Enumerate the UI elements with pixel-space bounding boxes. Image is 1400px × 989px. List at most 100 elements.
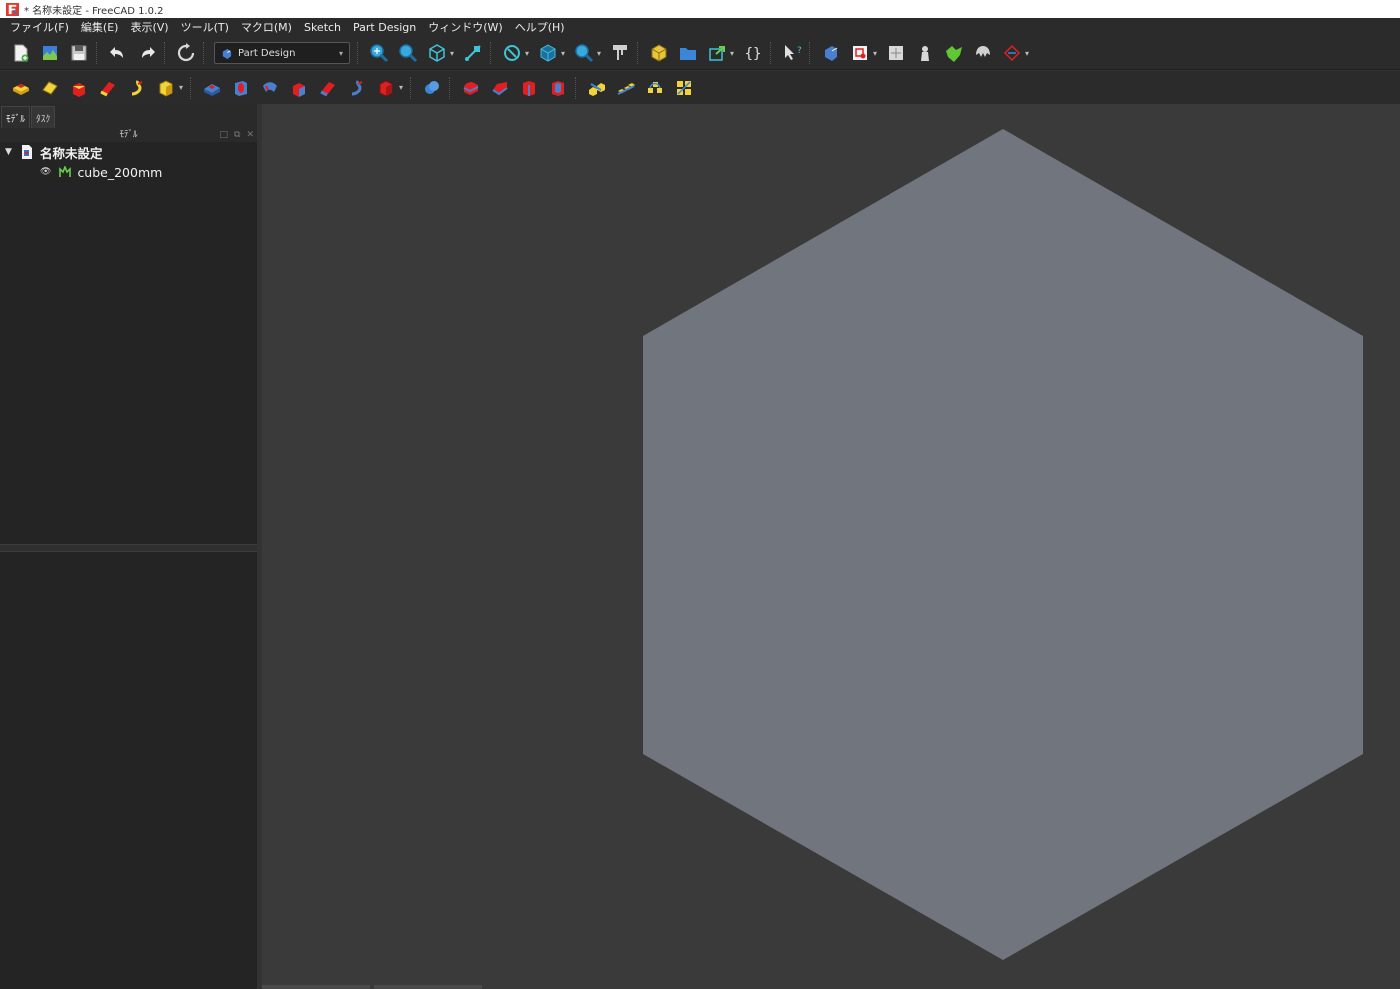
viewport-tab[interactable] [262,985,370,989]
redo-button[interactable] [134,40,160,66]
body-feature-icon [59,166,72,177]
pipe-icon [99,81,115,96]
measure-button[interactable] [460,40,486,66]
additive-primitive-button[interactable] [153,75,179,101]
datum-plane-button[interactable] [999,40,1025,66]
thickness-button[interactable] [545,75,571,101]
menu-edit[interactable]: 編集(E) [75,18,125,37]
fit-selection-button[interactable] [395,40,421,66]
panel-header-buttons: □ ⧉ ✕ [220,128,255,142]
tab-model[interactable]: ﾓﾃﾞﾙ [1,106,31,128]
view-isometric-button[interactable] [424,40,450,66]
measure-icon [464,45,481,61]
menu-help[interactable]: ヘルプ(H) [509,18,571,37]
whats-this-icon: ? [784,45,802,60]
menu-sketch[interactable]: Sketch [298,18,347,37]
visibility-eye-icon[interactable]: 👁 [40,167,51,177]
subshape-binder-icon [975,46,990,57]
tree-item-label: cube_200mm [77,164,163,180]
menu-file[interactable]: ファイル(F) [4,18,75,37]
create-link-button[interactable] [704,40,730,66]
refresh-button[interactable] [173,40,199,66]
panel-header: ﾓﾃﾞﾙ □ ⧉ ✕ [0,128,257,142]
create-part-button[interactable] [646,40,672,66]
refresh-icon [177,43,194,62]
additive-box-icon [159,79,172,97]
boolean-button[interactable] [419,75,445,101]
zoom-button[interactable] [571,40,597,66]
workbench-selected: Part Design [238,47,296,59]
multi-transform-button[interactable] [671,75,697,101]
menu-tools[interactable]: ツール(T) [175,18,235,37]
panel-tabs: ﾓﾃﾞﾙ ﾀｽｸ [0,104,257,128]
tree-expand-icon[interactable]: ▼ [5,147,15,157]
cube-silhouette[interactable] [643,129,1363,960]
folder-icon [679,48,696,60]
toolbar-separator [203,42,207,64]
3d-viewport[interactable] [262,104,1400,989]
subtractive-primitive-button[interactable] [373,75,399,101]
fillet-button[interactable] [458,75,484,101]
model-tree: ▼ 名称未設定 👁 cube_200mm [0,142,257,544]
viewport-tab[interactable] [374,985,482,989]
mirrored-button[interactable] [584,75,610,101]
subshape-binder-button[interactable] [970,40,996,66]
draw-style-button[interactable] [499,40,525,66]
create-sketch-button[interactable] [847,40,873,66]
pocket-button[interactable] [199,75,225,101]
pad-button[interactable] [8,75,34,101]
toolbar-separator [357,42,361,64]
clone-button[interactable] [912,40,938,66]
measure-distance-button[interactable] [607,40,633,66]
subtractive-pipe-button[interactable] [315,75,341,101]
hole-button[interactable] [228,75,254,101]
revolution-button[interactable] [37,75,63,101]
toolbar-separator [96,42,100,64]
loft-button[interactable] [66,75,92,101]
tree-document-row[interactable]: ▼ 名称未設定 [0,142,257,162]
linear-pattern-button[interactable] [613,75,639,101]
cube-model[interactable] [262,104,1400,989]
menu-view[interactable]: 表示(V) [124,18,174,37]
new-document-button[interactable] [8,40,34,66]
helix-button[interactable] [124,75,150,101]
variable-set-button[interactable]: {} [740,40,766,66]
menu-window[interactable]: ウィンドウ(W) [422,18,508,37]
svg-text:{}: {} [744,46,761,62]
subtractive-loft-button[interactable] [286,75,312,101]
polar-pattern-button[interactable] [642,75,668,101]
tree-document-label: 名称未設定 [40,145,103,161]
shape-binder-button[interactable] [941,40,967,66]
pipe-button[interactable] [95,75,121,101]
open-button[interactable] [37,40,63,66]
close-icon[interactable]: ✕ [246,128,254,142]
subtractive-pipe-icon [319,81,335,96]
menu-macro[interactable]: マクロ(M) [235,18,298,37]
groove-button[interactable] [257,75,283,101]
subtractive-helix-button[interactable] [344,75,370,101]
tree-item[interactable]: 👁 cube_200mm [0,162,257,182]
menu-part-design[interactable]: Part Design [347,18,422,37]
create-group-button[interactable] [675,40,701,66]
undo-button[interactable] [105,40,131,66]
tab-tasks[interactable]: ﾀｽｸ [31,106,56,128]
save-icon [71,45,86,61]
save-button[interactable] [66,40,92,66]
standard-views-button[interactable] [535,40,561,66]
linear-pattern-icon [616,82,635,95]
float-icon[interactable]: □ [220,128,229,142]
draft-button[interactable] [516,75,542,101]
whats-this-button[interactable]: ? [779,40,805,66]
create-body-button[interactable] [818,40,844,66]
panel-splitter[interactable] [0,544,257,552]
chamfer-button[interactable] [487,75,513,101]
restore-icon[interactable]: ⧉ [234,128,240,142]
link-icon [708,46,725,61]
new-document-icon [14,44,28,62]
toolbar-separator [490,42,494,64]
workbench-selector[interactable]: Part Design ▾ [214,42,350,64]
validate-sketch-button[interactable] [883,40,909,66]
validate-sketch-icon [888,46,903,60]
fit-all-button[interactable] [366,40,392,66]
thickness-icon [551,80,564,96]
